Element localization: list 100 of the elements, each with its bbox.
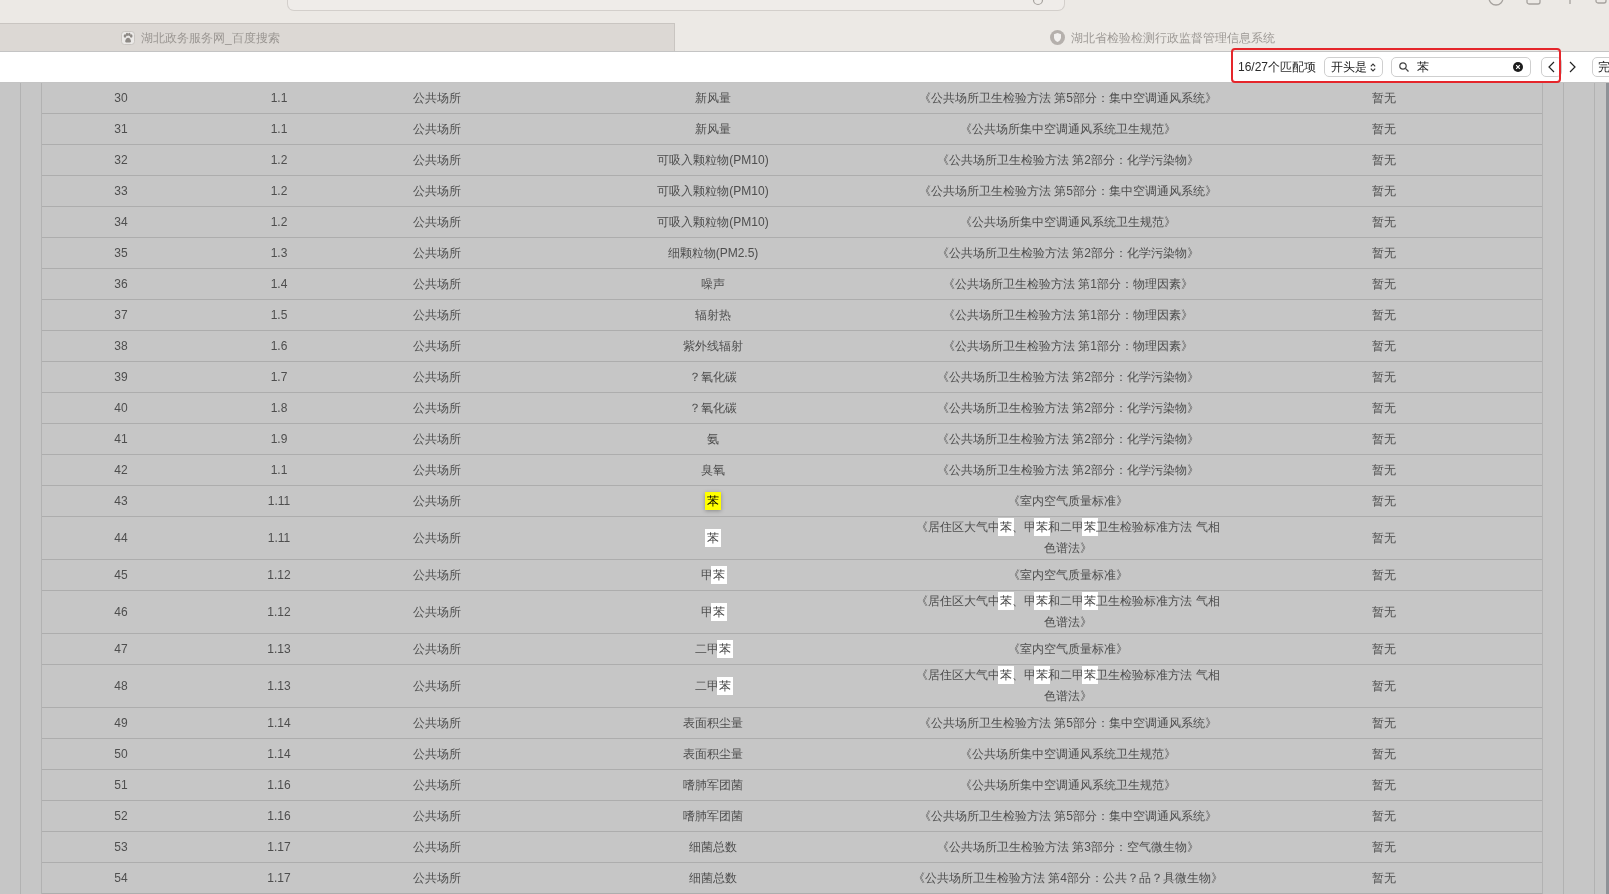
table-cell-text: 47	[114, 640, 128, 658]
table-cell-text: 新风量	[695, 89, 731, 107]
table-cell-text: 公共场所	[413, 838, 461, 856]
table-cell-text: 公共场所	[413, 603, 461, 621]
address-field[interactable]	[287, 0, 1065, 11]
table-cell-text: 暂无	[1372, 337, 1396, 355]
table-cell-text: 噪声	[701, 275, 725, 293]
table-cell-text: 嗜肺军团菌	[683, 807, 743, 825]
table-cell-text: 43	[114, 492, 128, 510]
table-cell-text: 《公共场所卫生检验方法 第1部分：物理因素》	[943, 337, 1193, 355]
table-cell-text: 1.17	[267, 838, 291, 856]
table-cell-text: 1.2	[270, 182, 288, 200]
table-cell-text: 52	[114, 807, 128, 825]
table-cell-text: 表面积尘量	[683, 714, 743, 732]
table-cell-text: 《公共场所卫生检验方法 第2部分：化学污染物》	[937, 430, 1199, 448]
table-cell-text: 《公共场所集中空调通风系统卫生规范》	[960, 776, 1176, 794]
scrollbar[interactable]	[1606, 83, 1609, 894]
table-cell-text: 48	[114, 677, 128, 695]
table-cell-text: 表面积尘量	[683, 745, 743, 763]
table-cell-text: 公共场所	[413, 306, 461, 324]
table-cell-text: 公共场所	[413, 182, 461, 200]
table-cell-text: 《室内空气质量标准》	[1008, 492, 1128, 510]
table-cell-text: 二甲苯	[695, 640, 731, 658]
table-cell-text: 公共场所	[413, 120, 461, 138]
table-cell-text: 41	[114, 430, 128, 448]
table-cell-text: 1.1	[270, 120, 288, 138]
table-cell-text: 《公共场所卫生检验方法 第5部分：集中空调通风系统》	[919, 807, 1217, 825]
table-cell-text: 暂无	[1372, 368, 1396, 386]
table-cell-text: 暂无	[1372, 89, 1396, 107]
table-cell-text: 暂无	[1372, 566, 1396, 584]
table-cell-text: 暂无	[1372, 677, 1396, 695]
search-icon	[1399, 62, 1410, 72]
table-cell-text: 1.12	[267, 603, 291, 621]
table-cell-text: 1.9	[270, 430, 288, 448]
table-cell-text: 《公共场所卫生检验方法 第2部分：化学污染物》	[937, 461, 1199, 479]
table-cell-text: 暂无	[1372, 275, 1396, 293]
match-count: 16/27个匹配项	[1238, 59, 1317, 76]
table-cell-text: 31	[114, 120, 128, 138]
table-cell-text: 公共场所	[413, 368, 461, 386]
table-cell-text: 49	[114, 714, 128, 732]
table-cell-text: ？氧化碳	[689, 399, 737, 417]
table-cell-text: 54	[114, 869, 128, 887]
table-cell-text: 34	[114, 213, 128, 231]
table-cell-text: 甲苯	[701, 603, 725, 621]
table-cell-text: 51	[114, 776, 128, 794]
table-cell-text: 公共场所	[413, 244, 461, 262]
table-cell-text: 1.8	[270, 399, 288, 417]
table-cell-text: 1.14	[267, 745, 291, 763]
table-cell-text: 39	[114, 368, 128, 386]
table-cell-text: 1.11	[267, 492, 291, 510]
table-cell-text: 46	[114, 603, 128, 621]
clear-icon[interactable]	[1513, 62, 1524, 72]
table-cell-text: 辐射热	[695, 306, 731, 324]
table-cell-text: 1.14	[267, 714, 291, 732]
search-field[interactable]: 苯	[1391, 57, 1532, 77]
table-cell-text: 《公共场所卫生检验方法 第3部分：空气微生物》	[937, 838, 1199, 856]
table-cell-text: 1.7	[270, 368, 288, 386]
table-cell-text: 1.13	[267, 677, 291, 695]
table-cell-text: 公共场所	[413, 151, 461, 169]
match-mode-dropdown[interactable]: 开头是	[1324, 57, 1384, 77]
table-cell-text: 暂无	[1372, 151, 1396, 169]
table-cell-text: 公共场所	[413, 275, 461, 293]
table-cell-text: 暂无	[1372, 776, 1396, 794]
table-cell-text: 暂无	[1372, 430, 1396, 448]
shield-icon	[1050, 30, 1065, 45]
table-cell-text: 细菌总数	[689, 869, 737, 887]
table-cell-text: 《公共场所卫生检验方法 第4部分：公共？品？具微生物》	[913, 869, 1223, 887]
table-cell-text: 1.17	[267, 869, 291, 887]
table-cell-text: 暂无	[1372, 492, 1396, 510]
table-cell-text: 《公共场所集中空调通风系统卫生规范》	[960, 120, 1176, 138]
table-cell-text: 公共场所	[413, 869, 461, 887]
table-cell-text: 暂无	[1372, 213, 1396, 231]
table-cell-text: 嗜肺军团菌	[683, 776, 743, 794]
table-cell-text: 苯	[707, 492, 719, 510]
done-button[interactable]: 完	[1592, 57, 1609, 77]
table-cell-text: 苯	[707, 529, 719, 547]
table-cell-text: 公共场所	[413, 776, 461, 794]
table-cell-text: 暂无	[1372, 529, 1396, 547]
table-cell-text: 1.1	[270, 89, 288, 107]
table-cell-text: 公共场所	[413, 430, 461, 448]
table-cell-text: 《公共场所卫生检验方法 第2部分：化学污染物》	[937, 399, 1199, 417]
previous-button[interactable]	[1541, 57, 1563, 77]
table-cell-text: 可吸入颗粒物(PM10)	[657, 151, 769, 169]
table-cell-text: 暂无	[1372, 120, 1396, 138]
table-cell-text: 《公共场所卫生检验方法 第2部分：化学污染物》	[937, 151, 1199, 169]
table-cell-text: 1.3	[270, 244, 288, 262]
reload-icon[interactable]	[1032, 0, 1044, 6]
table-cell-text: 30	[114, 89, 128, 107]
table-cell-text: 1.5	[270, 306, 288, 324]
table-cell-text: 32	[114, 151, 128, 169]
table-cell-text: 细菌总数	[689, 838, 737, 856]
table-cell-text: 暂无	[1372, 306, 1396, 324]
table-cell-text: 《居住区大气中苯、甲苯和二甲苯卫生检验标准方法 气相色谱法》	[915, 519, 1221, 557]
table-cell-text: 公共场所	[413, 529, 461, 547]
table-cell-text: 公共场所	[413, 677, 461, 695]
table-cell-text: 暂无	[1372, 640, 1396, 658]
table-cell-text: ？氧化碳	[689, 368, 737, 386]
table-cell-text: 氨	[707, 430, 719, 448]
table-cell-text: 《居住区大气中苯、甲苯和二甲苯卫生检验标准方法 气相色谱法》	[915, 667, 1221, 705]
table-cell-text: 44	[114, 529, 128, 547]
